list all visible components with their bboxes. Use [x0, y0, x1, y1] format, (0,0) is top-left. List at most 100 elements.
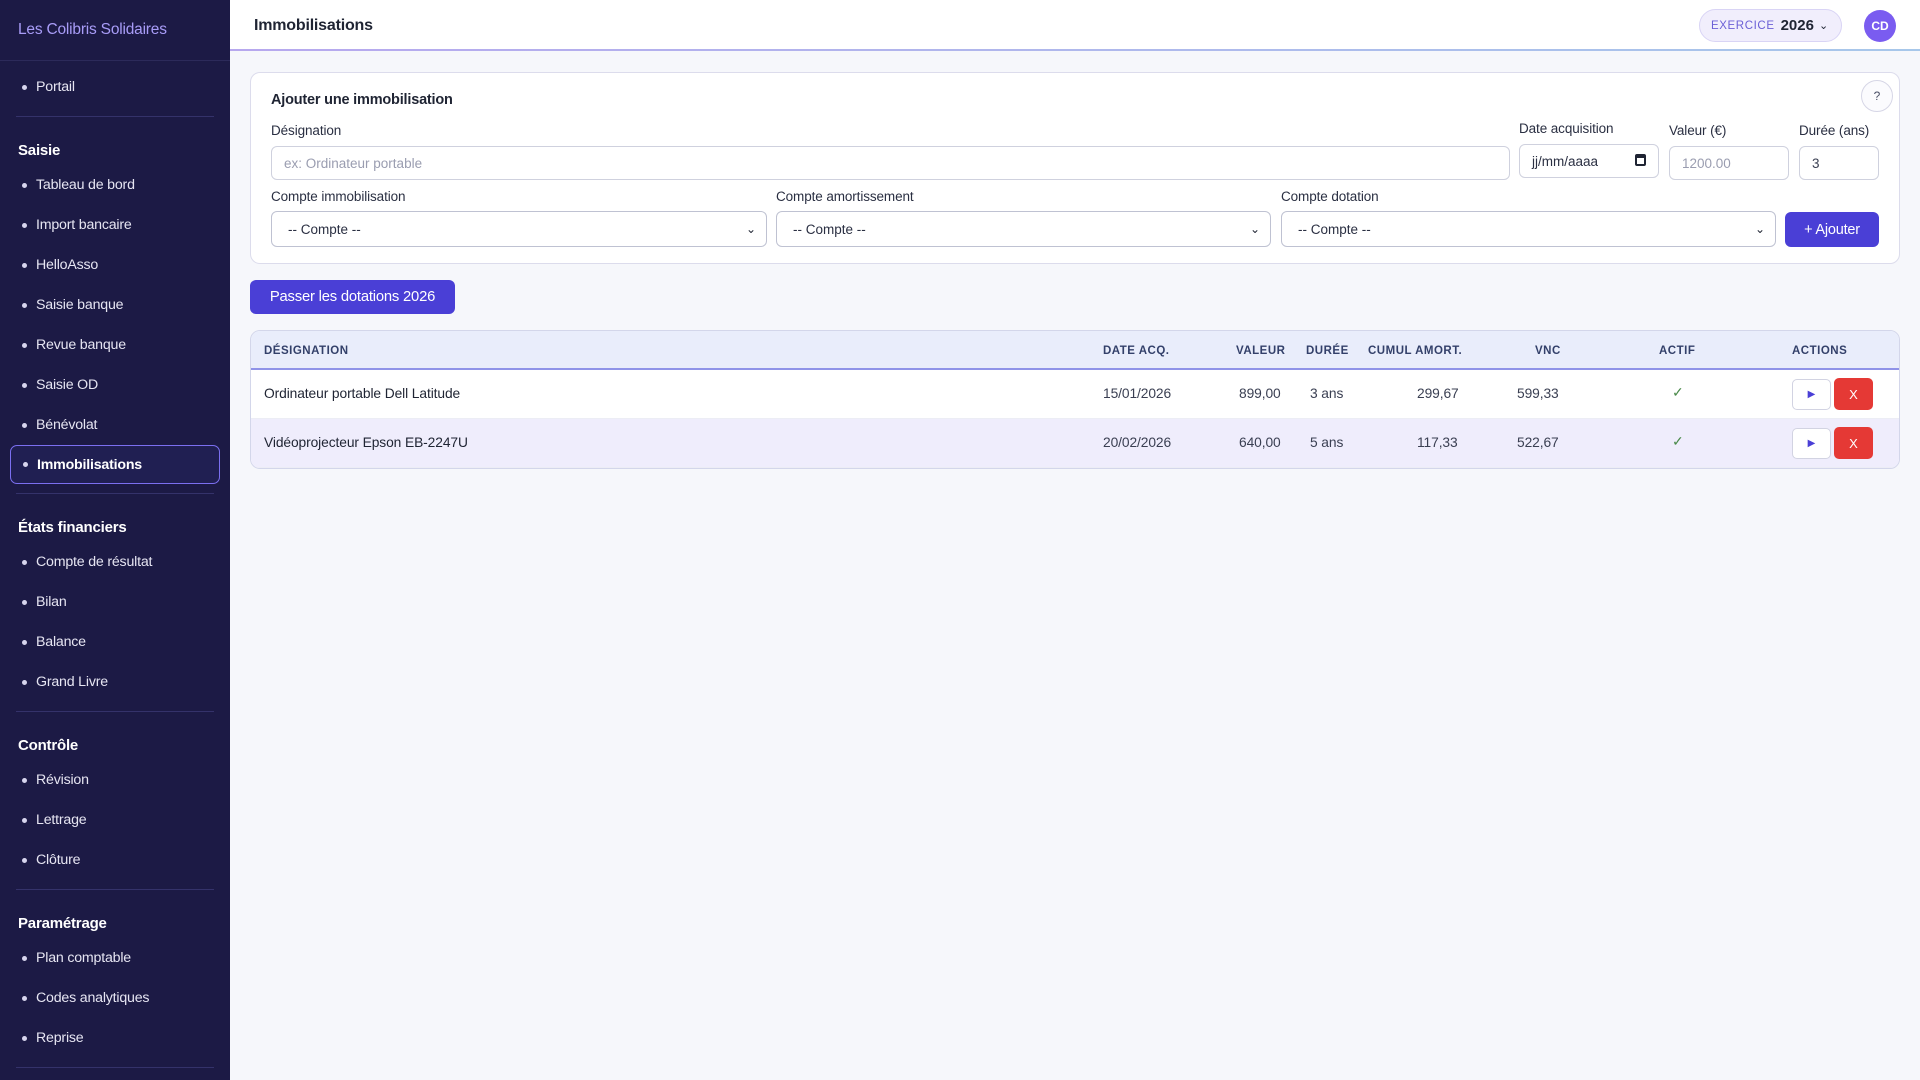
bullet-icon — [22, 777, 27, 783]
date-placeholder: jj/mm/aaaa — [1532, 153, 1599, 169]
chevron-down-icon: ⌄ — [1249, 222, 1260, 236]
cell-designation: Ordinateur portable Dell Latitude — [264, 386, 461, 401]
delete-button[interactable]: X — [1834, 378, 1873, 410]
exercice-year: 2026 — [1780, 17, 1814, 34]
bullet-icon — [22, 422, 27, 428]
add-immobilisation-button[interactable]: + Ajouter — [1785, 212, 1879, 247]
passer-dotations-button[interactable]: Passer les dotations 2026 — [250, 280, 455, 314]
duree-input[interactable]: 3 — [1799, 146, 1879, 180]
sidebar-divider — [16, 1067, 214, 1068]
delete-button[interactable]: X — [1834, 427, 1873, 459]
sidebar-item-saisie-banque[interactable]: Saisie banque — [0, 285, 230, 325]
th-vnc[interactable]: VNC — [1535, 345, 1561, 357]
sidebar-item-portail[interactable]: Portail — [0, 67, 230, 107]
sidebar-item-label: Immobilisations — [37, 456, 142, 473]
sidebar-item-label: Lettrage — [36, 812, 87, 828]
th-designation[interactable]: DÉSIGNATION — [264, 345, 349, 357]
exercice-label: EXERCICE — [1711, 19, 1775, 32]
sidebar-item-label: Bénévolat — [36, 417, 98, 433]
help-button[interactable]: ? — [1861, 80, 1893, 112]
compte-immobilisation-select[interactable]: -- Compte -- ⌄ — [271, 211, 767, 247]
sidebar-item-tableau-de-bord[interactable]: Tableau de bord — [0, 165, 230, 205]
sidebar-item-benevolat[interactable]: Bénévolat — [0, 405, 230, 445]
compte-dotation-select[interactable]: -- Compte -- ⌄ — [1281, 211, 1776, 247]
th-date[interactable]: DATE ACQ. — [1103, 345, 1169, 357]
sidebar-item-lettrage[interactable]: Lettrage — [0, 800, 230, 840]
page-title: Immobilisations — [254, 16, 373, 34]
sidebar-item-label: Saisie OD — [36, 377, 99, 393]
th-cumul[interactable]: CUMUL AMORT. — [1368, 345, 1462, 357]
sidebar-item-label: Grand Livre — [36, 674, 108, 690]
sidebar-item-helloasso[interactable]: HelloAsso — [0, 245, 230, 285]
sidebar-divider — [16, 493, 214, 494]
sidebar-item-bilan[interactable]: Bilan — [0, 582, 230, 622]
bullet-icon — [22, 599, 27, 605]
valeur-input[interactable]: 1200.00 — [1669, 146, 1789, 180]
sidebar-item-balance[interactable]: Balance — [0, 622, 230, 662]
sidebar-item-label: Revue banque — [36, 337, 126, 353]
sidebar-item-label: Saisie banque — [36, 297, 124, 313]
sidebar-item-label: Clôture — [36, 852, 81, 868]
sidebar-item-label: Codes analytiques — [36, 990, 150, 1006]
sidebar-item-compte-de-resultat[interactable]: Compte de résultat — [0, 542, 230, 582]
cell-valeur: 899,00 — [1239, 386, 1281, 401]
bullet-icon — [22, 995, 27, 1001]
sidebar-item-label: HelloAsso — [36, 257, 99, 273]
sidebar-item-revision[interactable]: Révision — [0, 760, 230, 800]
sidebar-item-reprise[interactable]: Reprise — [0, 1018, 230, 1058]
section-title-controle: Contrôle — [18, 737, 79, 754]
th-duree[interactable]: DURÉE — [1306, 345, 1349, 357]
bullet-icon — [22, 1035, 27, 1041]
sidebar-item-label: Reprise — [36, 1030, 84, 1046]
play-icon[interactable]: ▶ — [1792, 428, 1831, 459]
card-title: Ajouter une immobilisation — [271, 92, 453, 108]
compte-dotation-label: Compte dotation — [1281, 189, 1379, 204]
sidebar-item-plan-comptable[interactable]: Plan comptable — [0, 938, 230, 978]
date-acquisition-input[interactable]: jj/mm/aaaa — [1519, 144, 1659, 178]
th-valeur[interactable]: VALEUR — [1236, 345, 1285, 357]
sidebar-item-grand-livre[interactable]: Grand Livre — [0, 662, 230, 702]
exercice-selector[interactable]: EXERCICE 2026 ⌄ — [1699, 9, 1842, 42]
th-actif[interactable]: ACTIF — [1659, 345, 1695, 357]
calendar-icon[interactable] — [1635, 154, 1646, 166]
avatar[interactable]: CD — [1864, 10, 1896, 42]
table-row[interactable]: Ordinateur portable Dell Latitude 15/01/… — [251, 370, 1899, 419]
select-value: -- Compte -- — [793, 221, 866, 237]
sidebar-item-label: Plan comptable — [36, 950, 131, 966]
section-title-parametrage: Paramétrage — [18, 915, 107, 932]
bullet-icon — [22, 342, 27, 348]
date-acquisition-label: Date acquisition — [1519, 121, 1614, 136]
sidebar-item-revue-banque[interactable]: Revue banque — [0, 325, 230, 365]
table-row[interactable]: Vidéoprojecteur Epson EB-2247U 20/02/202… — [251, 419, 1899, 468]
bullet-icon — [22, 84, 27, 90]
bullet-icon — [22, 222, 27, 228]
cell-valeur: 640,00 — [1239, 435, 1281, 450]
sidebar-item-label: Compte de résultat — [36, 554, 153, 570]
sidebar-item-codes-analytiques[interactable]: Codes analytiques — [0, 978, 230, 1018]
cell-vnc: 522,67 — [1517, 435, 1559, 450]
sidebar-item-label: Bilan — [36, 594, 67, 610]
org-name[interactable]: Les Colibris Solidaires — [0, 0, 230, 61]
bullet-icon — [22, 679, 27, 685]
play-icon[interactable]: ▶ — [1792, 379, 1831, 410]
table-header: DÉSIGNATION DATE ACQ. VALEUR DURÉE CUMUL… — [251, 331, 1899, 370]
chevron-down-icon: ⌄ — [1754, 222, 1765, 236]
th-actions: ACTIONS — [1792, 345, 1848, 357]
sidebar-item-import-bancaire[interactable]: Import bancaire — [0, 205, 230, 245]
chevron-down-icon: ⌄ — [1818, 20, 1829, 32]
duree-label: Durée (ans) — [1799, 123, 1870, 138]
cell-vnc: 599,33 — [1517, 386, 1559, 401]
sidebar-item-immobilisations[interactable]: Immobilisations — [10, 445, 220, 484]
chevron-down-icon: ⌄ — [745, 222, 756, 236]
sidebar-item-label: Import bancaire — [36, 217, 132, 233]
sidebar-item-label: Tableau de bord — [36, 177, 135, 193]
select-value: -- Compte -- — [288, 221, 361, 237]
cell-cumul: 117,33 — [1417, 435, 1458, 450]
sidebar-item-saisie-od[interactable]: Saisie OD — [0, 365, 230, 405]
add-immobilisation-card: Ajouter une immobilisation ? Désignation… — [250, 72, 1900, 264]
designation-input[interactable]: ex: Ordinateur portable — [271, 146, 1510, 180]
compte-amortissement-select[interactable]: -- Compte -- ⌄ — [776, 211, 1271, 247]
header-accent-line — [230, 49, 1920, 51]
sidebar-item-cloture[interactable]: Clôture — [0, 840, 230, 880]
sidebar-divider — [16, 711, 214, 712]
